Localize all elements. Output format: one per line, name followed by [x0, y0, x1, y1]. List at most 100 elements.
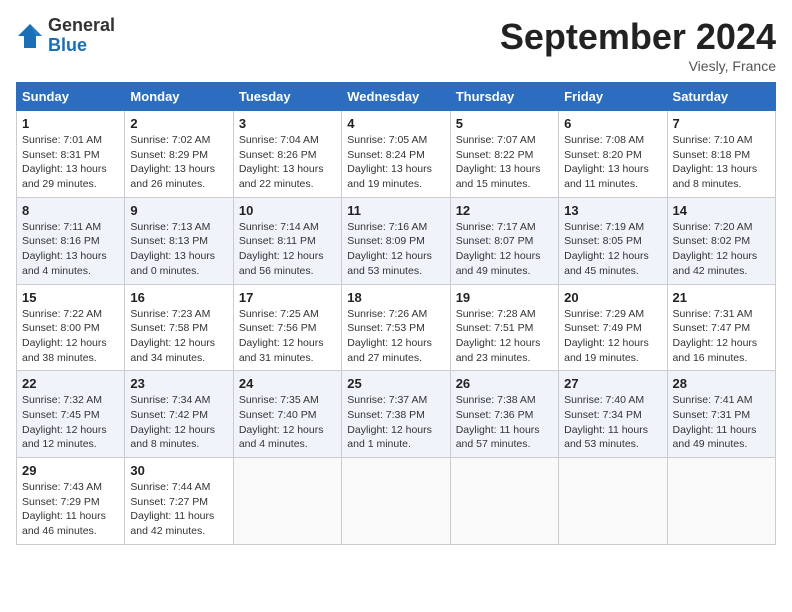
sunset-text: Sunset: 7:31 PM: [673, 409, 751, 421]
day-number: 16: [130, 290, 227, 305]
sunrise-text: Sunrise: 7:28 AM: [456, 308, 536, 320]
sunset-text: Sunset: 7:29 PM: [22, 496, 100, 508]
page-header: General Blue September 2024 Viesly, Fran…: [16, 16, 776, 74]
daylight-text: Daylight: 11 hours and 49 minutes.: [673, 424, 757, 451]
day-cell-3: 3 Sunrise: 7:04 AM Sunset: 8:26 PM Dayli…: [233, 111, 341, 198]
daylight-text: Daylight: 12 hours and 27 minutes.: [347, 337, 432, 364]
day-number: 19: [456, 290, 553, 305]
day-cell-28: 28 Sunrise: 7:41 AM Sunset: 7:31 PM Dayl…: [667, 371, 775, 458]
sunset-text: Sunset: 7:38 PM: [347, 409, 425, 421]
sunset-text: Sunset: 7:53 PM: [347, 322, 425, 334]
logo: General Blue: [16, 16, 115, 56]
header-saturday: Saturday: [667, 83, 775, 111]
day-cell-empty: [450, 458, 558, 545]
daylight-text: Daylight: 12 hours and 8 minutes.: [130, 424, 215, 451]
day-cell-29: 29 Sunrise: 7:43 AM Sunset: 7:29 PM Dayl…: [17, 458, 125, 545]
sunset-text: Sunset: 7:36 PM: [456, 409, 534, 421]
daylight-text: Daylight: 13 hours and 11 minutes.: [564, 163, 649, 190]
day-cell-23: 23 Sunrise: 7:34 AM Sunset: 7:42 PM Dayl…: [125, 371, 233, 458]
sunrise-text: Sunrise: 7:14 AM: [239, 221, 319, 233]
header-monday: Monday: [125, 83, 233, 111]
logo-text: General Blue: [48, 16, 115, 56]
day-cell-5: 5 Sunrise: 7:07 AM Sunset: 8:22 PM Dayli…: [450, 111, 558, 198]
sunrise-text: Sunrise: 7:23 AM: [130, 308, 210, 320]
daylight-text: Daylight: 12 hours and 16 minutes.: [673, 337, 758, 364]
sunrise-text: Sunrise: 7:29 AM: [564, 308, 644, 320]
day-number: 4: [347, 116, 444, 131]
daylight-text: Daylight: 12 hours and 1 minute.: [347, 424, 432, 451]
sunrise-text: Sunrise: 7:22 AM: [22, 308, 102, 320]
day-cell-11: 11 Sunrise: 7:16 AM Sunset: 8:09 PM Dayl…: [342, 197, 450, 284]
day-cell-24: 24 Sunrise: 7:35 AM Sunset: 7:40 PM Dayl…: [233, 371, 341, 458]
week-row-5: 29 Sunrise: 7:43 AM Sunset: 7:29 PM Dayl…: [17, 458, 776, 545]
day-number: 2: [130, 116, 227, 131]
header-wednesday: Wednesday: [342, 83, 450, 111]
logo-blue-text: Blue: [48, 36, 115, 56]
day-number: 5: [456, 116, 553, 131]
day-number: 9: [130, 203, 227, 218]
logo-icon: [16, 22, 44, 50]
sunset-text: Sunset: 8:11 PM: [239, 235, 316, 247]
day-number: 1: [22, 116, 119, 131]
sunrise-text: Sunrise: 7:25 AM: [239, 308, 319, 320]
sunrise-text: Sunrise: 7:26 AM: [347, 308, 427, 320]
daylight-text: Daylight: 13 hours and 22 minutes.: [239, 163, 324, 190]
day-number: 27: [564, 376, 661, 391]
sunrise-text: Sunrise: 7:05 AM: [347, 134, 427, 146]
title-block: September 2024 Viesly, France: [500, 16, 776, 74]
day-cell-17: 17 Sunrise: 7:25 AM Sunset: 7:56 PM Dayl…: [233, 284, 341, 371]
sunrise-text: Sunrise: 7:17 AM: [456, 221, 536, 233]
day-number: 30: [130, 463, 227, 478]
daylight-text: Daylight: 11 hours and 42 minutes.: [130, 510, 214, 537]
day-cell-20: 20 Sunrise: 7:29 AM Sunset: 7:49 PM Dayl…: [559, 284, 667, 371]
sunset-text: Sunset: 8:16 PM: [22, 235, 100, 247]
sunset-text: Sunset: 8:26 PM: [239, 149, 317, 161]
day-number: 24: [239, 376, 336, 391]
sunrise-text: Sunrise: 7:16 AM: [347, 221, 427, 233]
day-number: 18: [347, 290, 444, 305]
header-sunday: Sunday: [17, 83, 125, 111]
day-number: 23: [130, 376, 227, 391]
sunset-text: Sunset: 7:34 PM: [564, 409, 642, 421]
sunrise-text: Sunrise: 7:35 AM: [239, 394, 319, 406]
daylight-text: Daylight: 12 hours and 53 minutes.: [347, 250, 432, 277]
day-cell-8: 8 Sunrise: 7:11 AM Sunset: 8:16 PM Dayli…: [17, 197, 125, 284]
sunrise-text: Sunrise: 7:02 AM: [130, 134, 210, 146]
sunrise-text: Sunrise: 7:44 AM: [130, 481, 210, 493]
sunrise-text: Sunrise: 7:10 AM: [673, 134, 753, 146]
day-number: 6: [564, 116, 661, 131]
header-thursday: Thursday: [450, 83, 558, 111]
day-number: 13: [564, 203, 661, 218]
weekday-header-row: Sunday Monday Tuesday Wednesday Thursday…: [17, 83, 776, 111]
day-cell-19: 19 Sunrise: 7:28 AM Sunset: 7:51 PM Dayl…: [450, 284, 558, 371]
day-cell-22: 22 Sunrise: 7:32 AM Sunset: 7:45 PM Dayl…: [17, 371, 125, 458]
daylight-text: Daylight: 13 hours and 29 minutes.: [22, 163, 107, 190]
sunrise-text: Sunrise: 7:40 AM: [564, 394, 644, 406]
day-number: 29: [22, 463, 119, 478]
day-cell-empty: [233, 458, 341, 545]
sunset-text: Sunset: 8:09 PM: [347, 235, 425, 247]
sunset-text: Sunset: 8:31 PM: [22, 149, 100, 161]
daylight-text: Daylight: 11 hours and 46 minutes.: [22, 510, 106, 537]
sunrise-text: Sunrise: 7:20 AM: [673, 221, 753, 233]
day-cell-1: 1 Sunrise: 7:01 AM Sunset: 8:31 PM Dayli…: [17, 111, 125, 198]
sunset-text: Sunset: 7:42 PM: [130, 409, 208, 421]
day-number: 22: [22, 376, 119, 391]
sunset-text: Sunset: 7:40 PM: [239, 409, 317, 421]
day-cell-30: 30 Sunrise: 7:44 AM Sunset: 7:27 PM Dayl…: [125, 458, 233, 545]
day-cell-empty: [342, 458, 450, 545]
week-row-3: 15 Sunrise: 7:22 AM Sunset: 8:00 PM Dayl…: [17, 284, 776, 371]
day-cell-27: 27 Sunrise: 7:40 AM Sunset: 7:34 PM Dayl…: [559, 371, 667, 458]
sunset-text: Sunset: 8:22 PM: [456, 149, 534, 161]
day-cell-13: 13 Sunrise: 7:19 AM Sunset: 8:05 PM Dayl…: [559, 197, 667, 284]
day-cell-empty: [667, 458, 775, 545]
sunrise-text: Sunrise: 7:19 AM: [564, 221, 644, 233]
day-cell-10: 10 Sunrise: 7:14 AM Sunset: 8:11 PM Dayl…: [233, 197, 341, 284]
daylight-text: Daylight: 13 hours and 4 minutes.: [22, 250, 107, 277]
day-number: 25: [347, 376, 444, 391]
sunrise-text: Sunrise: 7:38 AM: [456, 394, 536, 406]
sunset-text: Sunset: 8:20 PM: [564, 149, 642, 161]
sunrise-text: Sunrise: 7:07 AM: [456, 134, 536, 146]
daylight-text: Daylight: 12 hours and 45 minutes.: [564, 250, 649, 277]
sunrise-text: Sunrise: 7:43 AM: [22, 481, 102, 493]
